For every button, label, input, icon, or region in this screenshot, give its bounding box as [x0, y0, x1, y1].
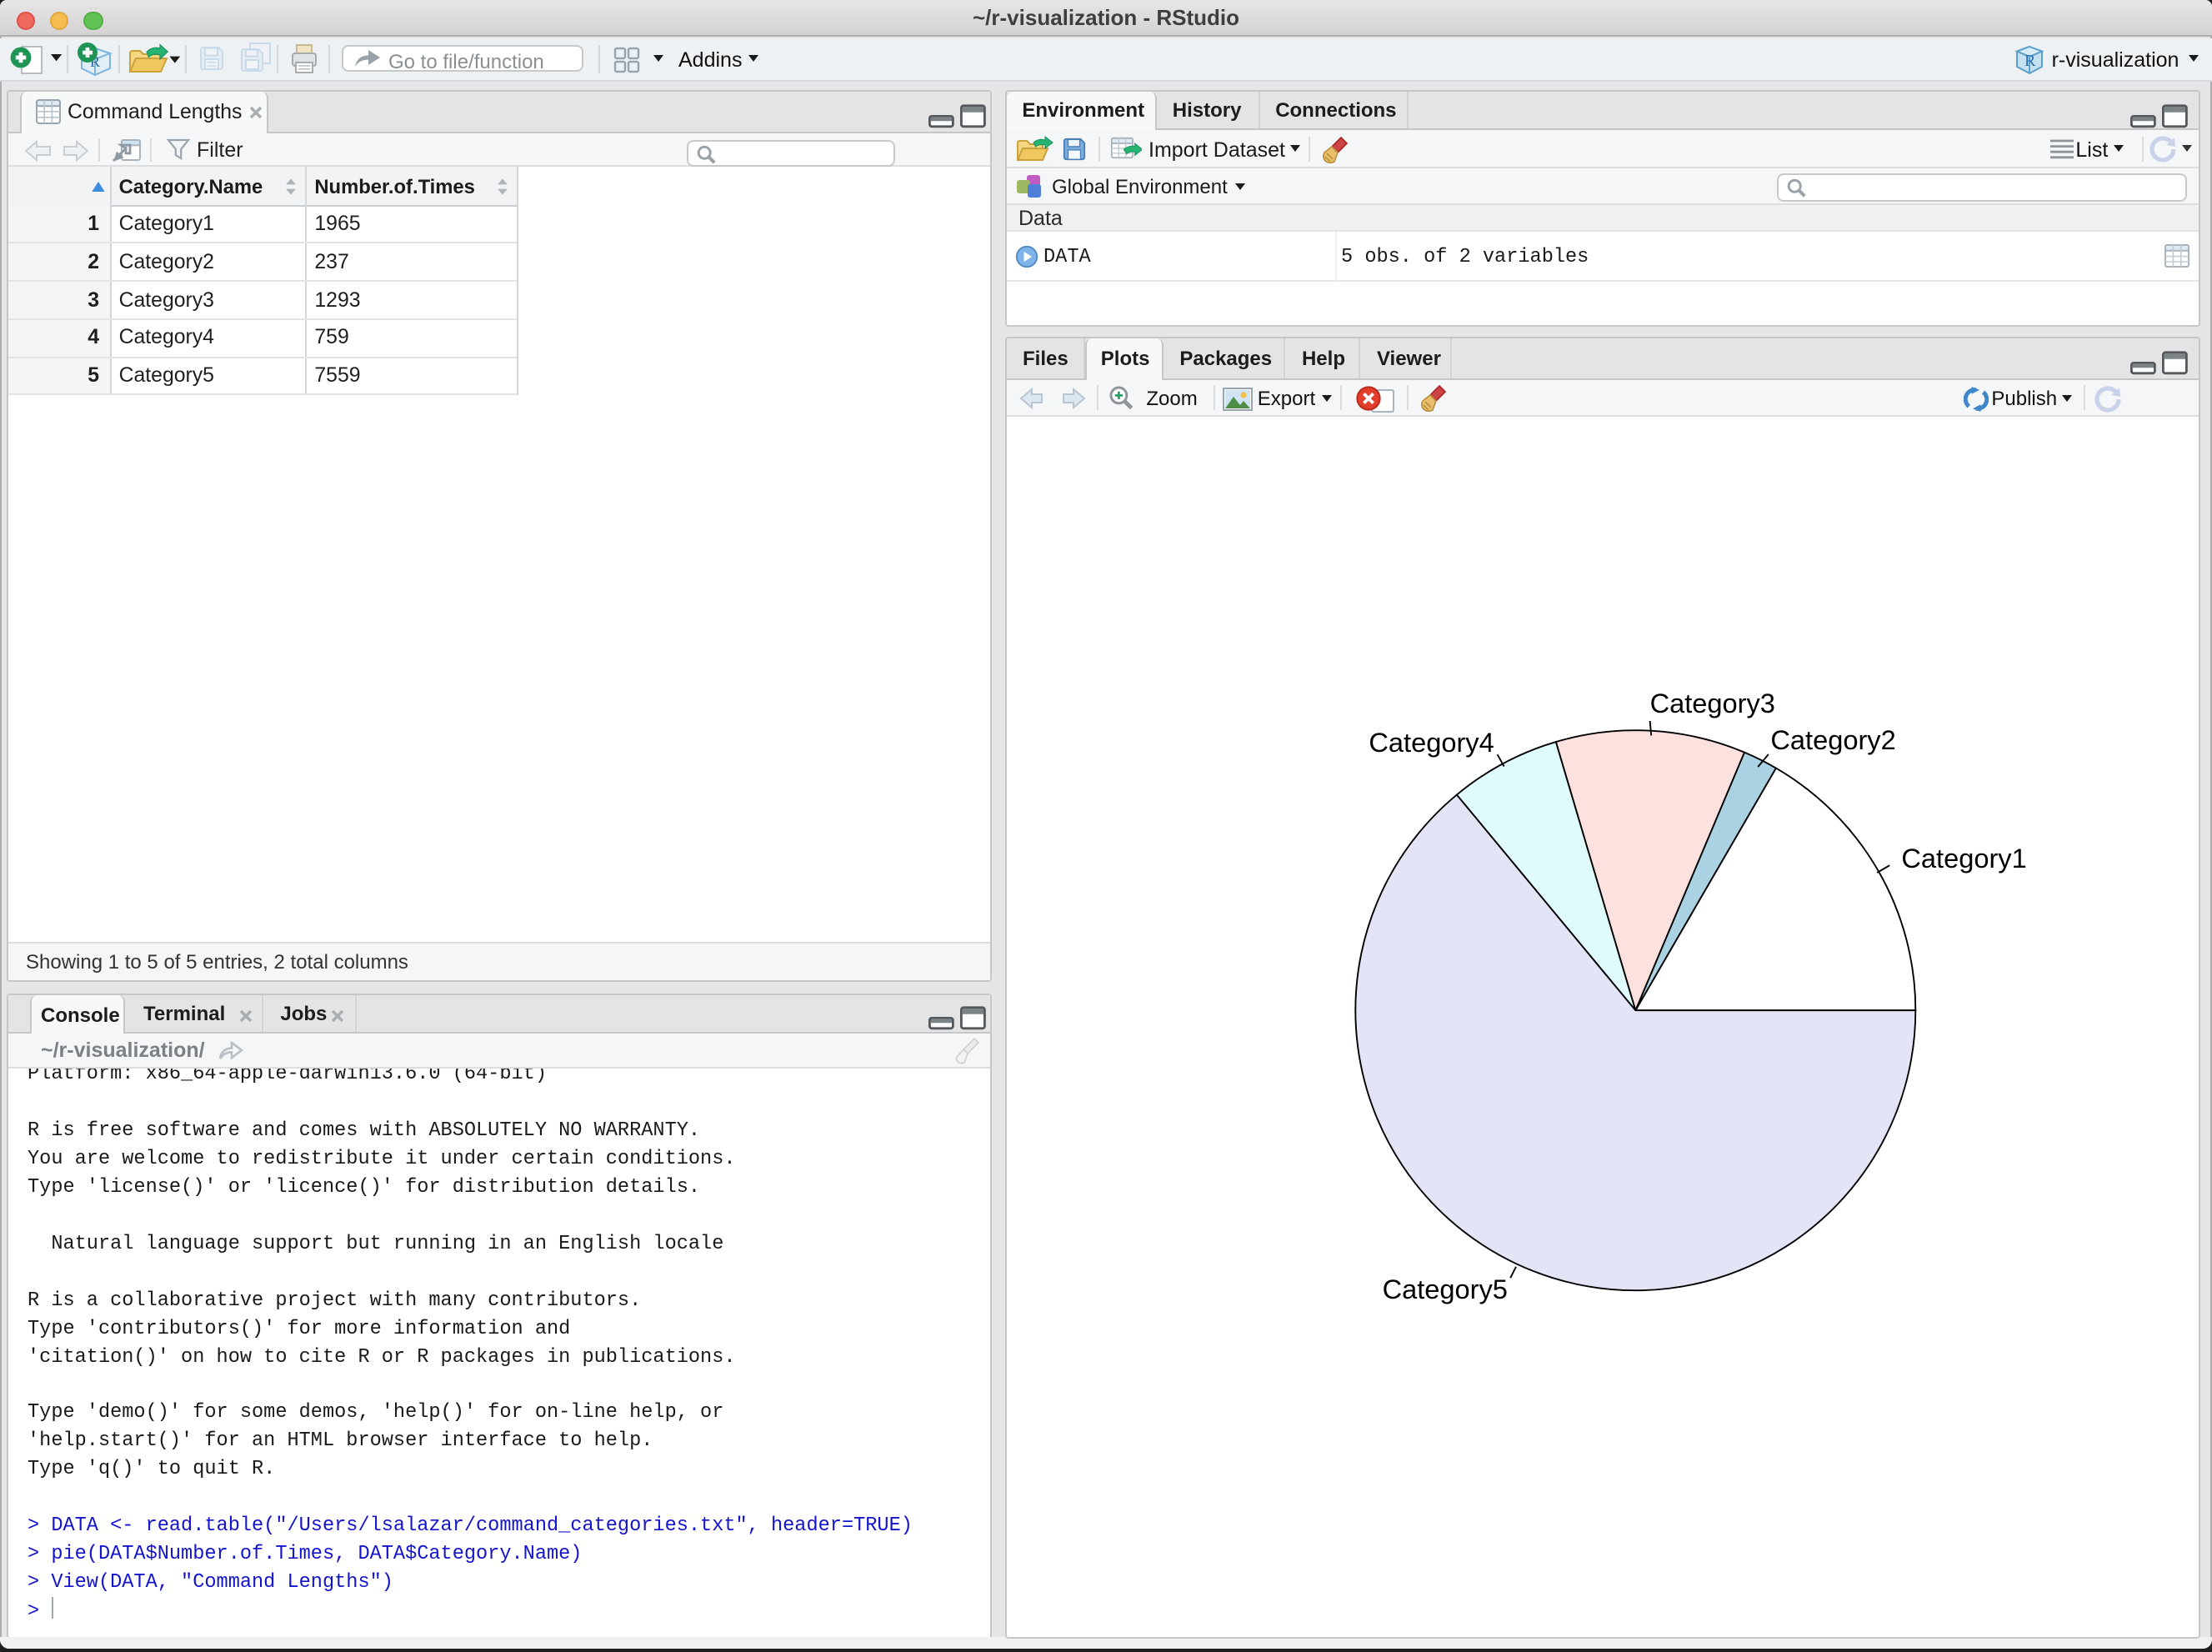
svg-text:Category5: Category5: [1383, 1273, 1508, 1304]
svg-text:R: R: [2024, 51, 2036, 69]
svg-text:Category1: Category1: [1901, 842, 2026, 873]
svg-text:Category3: Category3: [1650, 687, 1775, 718]
svg-text:Category4: Category4: [1369, 726, 1494, 757]
svg-text:Category2: Category2: [1770, 723, 1895, 754]
